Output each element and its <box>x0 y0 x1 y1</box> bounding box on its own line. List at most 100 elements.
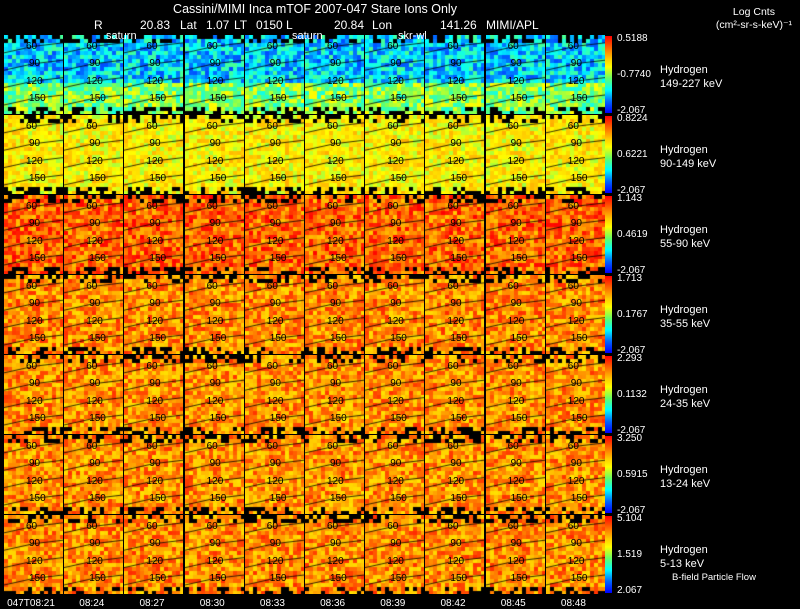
contour-label: 60 <box>567 280 579 292</box>
contour-label: 120 <box>146 315 164 327</box>
contour-label: 120 <box>507 235 525 247</box>
spectrogram-panel: 60 90 120 150 <box>244 115 304 194</box>
colorbar-mid: -0.7740 <box>617 68 651 80</box>
colorbar <box>605 196 612 273</box>
contour-label: 90 <box>390 378 402 390</box>
contour-label: 120 <box>26 235 43 247</box>
contour-label: 90 <box>450 458 462 470</box>
contour-label: 90 <box>330 138 342 150</box>
spectrogram-panel: 60 90 120 150 <box>485 515 545 594</box>
contour-label: 120 <box>266 395 284 407</box>
time-tick-label: 08:42 <box>440 598 466 609</box>
colorbar <box>605 436 612 513</box>
contour-label: 120 <box>387 475 404 487</box>
contour-label: 150 <box>570 573 588 585</box>
contour-label: 60 <box>26 280 38 292</box>
spectrogram-panel: 60 90 120 150 <box>305 115 364 194</box>
spectrogram-panel: 60 90 120 150 <box>425 35 485 114</box>
contour-label: 90 <box>330 218 342 230</box>
contour-label: 120 <box>567 475 585 487</box>
contour-label: 90 <box>29 58 41 70</box>
contour-label: 60 <box>507 40 519 52</box>
units-label: Log Cnts (cm²-sr-s-keV)⁻¹ <box>716 6 792 32</box>
time-tick-label: 08:24 <box>79 598 105 609</box>
species-label: Hydrogen <box>660 544 708 556</box>
colorbar-mid: 0.1767 <box>617 308 648 320</box>
contour-label: 150 <box>510 93 528 105</box>
contour-label: 90 <box>330 58 342 70</box>
energy-range-label: 149-227 keV <box>660 78 723 90</box>
contour-label: 60 <box>266 280 278 292</box>
contour-label: 60 <box>206 280 218 292</box>
contour-label: 120 <box>146 155 164 167</box>
contour-label: 90 <box>330 538 342 550</box>
energy-range-label: 35-55 keV <box>660 318 711 330</box>
contour-label: 60 <box>567 520 579 532</box>
energy-band-label: Hydrogen 149-227 keV <box>660 63 722 91</box>
spectrogram-panel: 60 90 120 150 <box>64 355 124 434</box>
colorbar-max: 0.5188 <box>617 33 648 44</box>
contour-label: 90 <box>149 298 161 310</box>
spectrogram-panel: 60 90 120 150 <box>305 515 364 594</box>
contour-label: 60 <box>507 440 519 452</box>
species-label: Hydrogen <box>660 384 708 396</box>
contour-label: 150 <box>149 173 167 185</box>
species-label: Hydrogen <box>660 64 708 76</box>
contour-label: 120 <box>206 155 224 167</box>
spectrogram-panel: 60 90 120 150 <box>184 435 244 514</box>
contour-label: 150 <box>510 573 528 585</box>
spectrogram-panel: 60 90 120 150 <box>545 435 605 514</box>
contour-label: 120 <box>26 395 43 407</box>
contour-label: 120 <box>387 315 404 327</box>
contour-label: 60 <box>567 360 579 372</box>
contour-label: 90 <box>390 138 402 150</box>
contour-label: 150 <box>450 493 468 505</box>
spectrogram-panel: 60 90 120 150 <box>184 515 244 594</box>
spectrogram-panel: 60 90 120 150 <box>365 35 425 114</box>
contour-label: 150 <box>209 413 227 425</box>
contour-label: 120 <box>86 315 103 327</box>
contour-label: 90 <box>149 458 161 470</box>
contour-label: 60 <box>206 200 218 212</box>
contour-label: 120 <box>266 75 284 87</box>
spectrogram-panel: 60 90 120 150 <box>4 275 63 354</box>
overlay-label-saturn-2: saturn <box>292 30 323 42</box>
contour-label: 60 <box>266 360 278 372</box>
contour-label: 90 <box>570 378 582 390</box>
contour-label: 150 <box>570 253 588 265</box>
spectrogram-panel: 60 90 120 150 <box>244 275 304 354</box>
contour-label: 120 <box>447 75 465 87</box>
spectrogram-panel: 60 90 120 150 <box>244 435 304 514</box>
contour-label: 60 <box>86 120 98 132</box>
spectrogram-panel: 60 90 120 150 <box>244 515 304 594</box>
contour-label: 60 <box>447 280 459 292</box>
contour-label: 60 <box>507 360 519 372</box>
contour-label: 150 <box>209 93 227 105</box>
contour-label: 150 <box>209 333 227 345</box>
spectrogram-panel: 60 90 120 150 <box>365 115 425 194</box>
spectrogram-panel: 60 90 120 150 <box>425 275 485 354</box>
contour-label: 90 <box>209 298 221 310</box>
contour-label: 150 <box>390 93 407 105</box>
contour-label: 120 <box>86 555 103 567</box>
contour-label: 150 <box>390 573 407 585</box>
contour-label: 90 <box>390 458 402 470</box>
spectrogram-panel: 60 90 120 150 <box>184 355 244 434</box>
contour-label: 150 <box>89 253 106 265</box>
spectrogram-panel: 60 90 120 150 <box>184 35 244 114</box>
contour-label: 120 <box>507 395 525 407</box>
spectrogram-panel: 60 90 120 150 <box>365 195 425 274</box>
contour-label: 60 <box>146 120 158 132</box>
contour-label: 150 <box>89 173 106 185</box>
contour-label: 150 <box>450 253 468 265</box>
chart-title: Cassini/MIMI Inca mTOF 2007-047 Stare Io… <box>173 2 457 16</box>
contour-label: 60 <box>146 40 158 52</box>
contour-label: 60 <box>507 200 519 212</box>
spectrogram-panel: 60 90 120 150 <box>244 355 304 434</box>
contour-label: 90 <box>450 58 462 70</box>
contour-label: 90 <box>269 538 281 550</box>
contour-label: 150 <box>330 413 347 425</box>
contour-label: 60 <box>266 440 278 452</box>
contour-label: 90 <box>390 58 402 70</box>
contour-label: 90 <box>269 218 281 230</box>
